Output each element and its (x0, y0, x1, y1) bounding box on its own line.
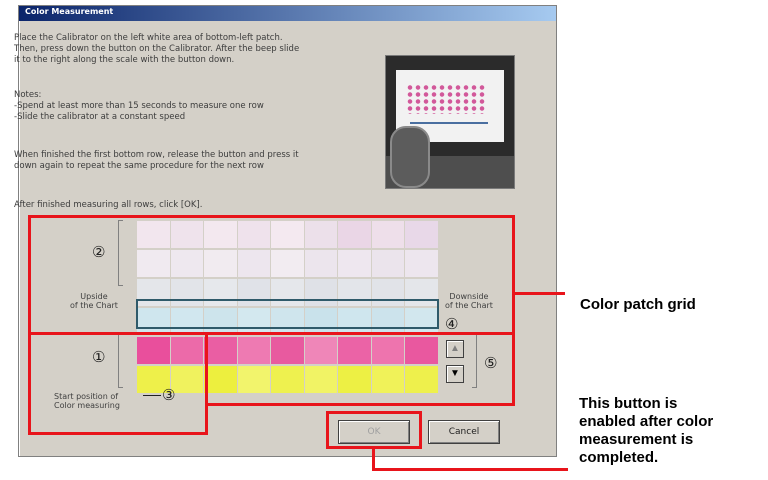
instruction-line: -Spend at least more than 15 seconds to … (14, 101, 264, 111)
calibrator-device-icon (390, 126, 430, 188)
grid-annotation-box-right (205, 332, 515, 406)
instruction-line: Notes: (14, 90, 42, 100)
instruction-line: When finished the first bottom row, rele… (14, 150, 299, 160)
grid-annotation-box-bottom (28, 332, 208, 435)
dialog-title: Color Measurement (25, 7, 114, 16)
grid-callout-text: Color patch grid (580, 296, 696, 313)
cancel-button[interactable]: Cancel (428, 420, 500, 444)
calibrator-photo (385, 55, 515, 189)
instruction-line: Then, press down the button on the Calib… (14, 44, 300, 54)
button-annotation-box (326, 411, 422, 449)
grid-annotation-box-top (28, 215, 515, 335)
instruction-line: Place the Calibrator on the left white a… (14, 33, 283, 43)
instruction-line: -Slide the calibrator at a constant spee… (14, 112, 186, 122)
photo-patch-dots (406, 84, 486, 114)
instruction-line: down again to repeat the same procedure … (14, 161, 264, 171)
photo-arrow-icon (410, 122, 488, 124)
instruction-line: After finished measuring all rows, click… (14, 200, 203, 210)
grid-callout-line (515, 292, 565, 295)
button-callout-text: This button is enabled after color measu… (579, 395, 714, 466)
button-callout-line-h (372, 468, 568, 471)
instruction-line: it to the right along the scale with the… (14, 55, 235, 65)
dialog-titlebar: Color Measurement (19, 6, 556, 21)
